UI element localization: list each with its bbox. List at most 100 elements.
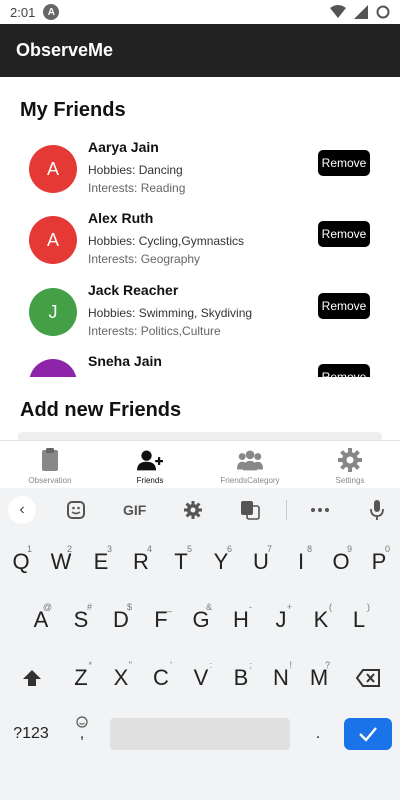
nav-observation[interactable]: Observation <box>0 441 100 488</box>
app-notification-icon: A <box>43 4 60 20</box>
gif-button[interactable]: GIF <box>123 502 146 518</box>
period-key[interactable]: . <box>298 714 338 754</box>
nav-friends[interactable]: Friends <box>100 441 200 488</box>
avatar <box>29 359 77 377</box>
key[interactable]: Y6 <box>202 542 240 582</box>
status-time: 2:01 <box>10 4 36 20</box>
remove-button[interactable]: Remove <box>318 364 370 377</box>
more-icon[interactable] <box>310 507 330 513</box>
key[interactable]: A @ <box>22 600 60 640</box>
add-new-friends-title: Add new Friends <box>20 399 182 421</box>
key[interactable]: T5 <box>162 542 200 582</box>
gear-icon[interactable] <box>183 500 203 520</box>
key[interactable]: Z * <box>62 658 100 698</box>
app-bar: ObserveMe <box>0 24 400 77</box>
key-hint: 3 <box>106 544 112 554</box>
space-bar[interactable] <box>110 718 290 750</box>
friend-hobbies: Hobbies: Cycling,Gymnastics <box>88 234 245 248</box>
chevron-left-icon[interactable]: ‹ <box>8 496 36 524</box>
key[interactable]: U7 <box>242 542 280 582</box>
key[interactable]: B; <box>222 658 260 698</box>
key[interactable]: I8 <box>282 542 320 582</box>
key-hint: 5 <box>186 544 192 554</box>
friend-interests: Interests: Geography <box>88 252 201 266</box>
key[interactable]: M? <box>300 658 338 698</box>
key[interactable]: S # <box>62 600 100 640</box>
shift-key[interactable] <box>10 658 54 698</box>
backspace-icon <box>356 669 380 687</box>
toolbar-divider <box>286 500 287 520</box>
key[interactable]: R4 <box>122 542 160 582</box>
key[interactable]: H- <box>222 600 260 640</box>
friend-hobbies: Hobbies: Swimming, Skydiving <box>88 306 253 320</box>
key[interactable]: P0 <box>360 542 398 582</box>
add-friends-input[interactable] <box>18 432 382 440</box>
remove-button[interactable]: Remove <box>318 293 370 319</box>
key[interactable]: V: <box>182 658 220 698</box>
friend-item: Sneha Jain Remove <box>0 353 400 377</box>
key[interactable]: K( <box>302 600 340 640</box>
friend-item: J Jack Reacher Hobbies: Swimming, Skydiv… <box>0 282 400 354</box>
key[interactable]: J + <box>262 600 300 640</box>
emoji-comma-key[interactable]: , <box>62 714 102 754</box>
friend-list[interactable]: A Aarya Jain Hobbies: Dancing Interests:… <box>0 137 400 377</box>
sticker-icon[interactable] <box>66 500 86 520</box>
key[interactable]: Q1 <box>2 542 40 582</box>
shift-icon <box>23 670 41 686</box>
remove-button[interactable]: Remove <box>318 150 370 176</box>
key[interactable]: X " <box>102 658 140 698</box>
enter-key[interactable] <box>344 718 392 750</box>
friend-name: Jack Reacher <box>88 282 179 298</box>
key-label: B <box>233 665 249 690</box>
key[interactable]: O9 <box>322 542 360 582</box>
nav-label: Observation <box>28 476 72 485</box>
key[interactable]: G & <box>182 600 220 640</box>
key[interactable]: L) <box>340 600 378 640</box>
key[interactable]: C ' <box>142 658 180 698</box>
key[interactable]: N! <box>262 658 300 698</box>
key-hint: _ <box>166 602 172 612</box>
key-label: K <box>313 607 329 632</box>
key[interactable]: D $ <box>102 600 140 640</box>
key[interactable]: F _ <box>142 600 180 640</box>
key-label: N <box>273 665 289 690</box>
avatar: A <box>29 145 77 193</box>
friend-hobbies: Hobbies: Dancing <box>88 163 183 177</box>
signal-icon <box>354 5 368 19</box>
key-hint: & <box>205 602 212 612</box>
key[interactable]: E3 <box>82 542 120 582</box>
symbols-key[interactable]: ?123 <box>4 714 58 754</box>
key-hint: * <box>88 660 92 670</box>
gear-icon <box>338 448 362 472</box>
key-label: X <box>113 665 129 690</box>
friend-name: Alex Ruth <box>88 210 154 226</box>
key-hint: $ <box>126 602 132 612</box>
backspace-key[interactable] <box>346 658 390 698</box>
nav-label: FriendsCategory <box>220 476 280 485</box>
main-content: My Friends A Aarya Jain Hobbies: Dancing… <box>0 77 400 440</box>
key-hint: 9 <box>346 544 352 554</box>
check-icon <box>359 727 377 742</box>
bottom-nav: Observation Friends FriendsCategory Sett… <box>0 440 400 488</box>
key-hint: ! <box>289 660 292 670</box>
friend-name: Aarya Jain <box>88 139 159 155</box>
remove-button[interactable]: Remove <box>318 221 370 247</box>
soft-keyboard: ‹ GIF Q1 W2 E3 R4 T5 Y6 U7 I8 O9 P0 A @ S… <box>0 488 400 800</box>
key[interactable]: W2 <box>42 542 80 582</box>
friend-interests: Interests: Reading <box>88 181 186 195</box>
key-hint: - <box>249 602 252 612</box>
nav-label: Settings <box>335 476 365 485</box>
avatar: A <box>29 216 77 264</box>
key-hint: " <box>128 660 132 670</box>
microphone-icon[interactable] <box>369 499 385 521</box>
key-label: F <box>154 607 168 632</box>
group-icon <box>237 450 263 471</box>
clipboard-icon <box>42 448 58 471</box>
app-title: ObserveMe <box>16 40 114 60</box>
key-hint: ' <box>170 660 172 670</box>
key-hint: 4 <box>146 544 152 554</box>
nav-settings[interactable]: Settings <box>300 441 400 488</box>
battery-icon <box>376 5 390 19</box>
nav-friends-category[interactable]: FriendsCategory <box>200 441 300 488</box>
translate-icon[interactable] <box>240 500 260 520</box>
